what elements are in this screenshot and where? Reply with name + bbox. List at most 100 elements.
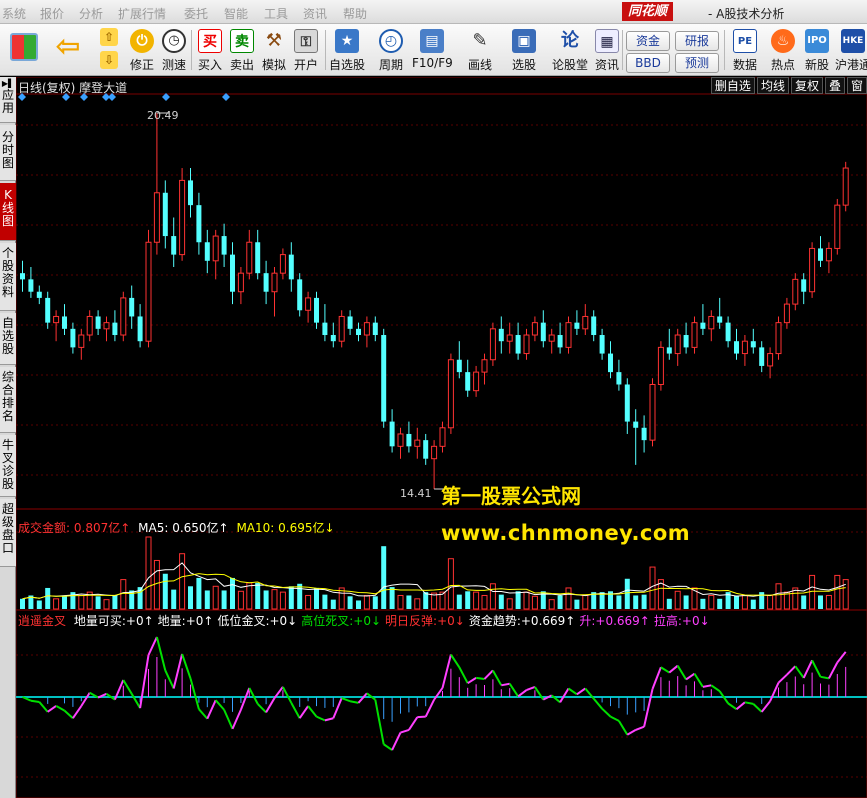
f10-button[interactable]: ▤ F10/F9 — [412, 27, 453, 73]
open-account-button[interactable]: ⚿ 开户 — [288, 27, 324, 73]
forum-icon: 论 — [561, 30, 579, 51]
volume-bar-up — [53, 598, 60, 610]
forecast-button[interactable]: 预测 — [675, 53, 719, 73]
brand-logo: 同花顺 — [622, 2, 674, 21]
overlay-button[interactable]: 叠 — [824, 77, 845, 94]
volume-bar-down — [515, 591, 521, 609]
menu-tools[interactable]: 工具 — [264, 5, 288, 22]
candle-body-down — [137, 316, 143, 342]
volume-bar-up — [103, 599, 110, 610]
candle-body-up — [414, 439, 421, 447]
candle-body-down — [456, 359, 462, 373]
menu-quote[interactable]: 报价 — [40, 5, 64, 22]
layout-button[interactable] — [6, 27, 42, 73]
speedtest-button[interactable]: ◷ 测速 — [156, 27, 192, 73]
candle-body-up — [834, 204, 841, 249]
newspaper-icon: ▦ — [595, 29, 619, 53]
low-price-label: 14.41 — [400, 487, 432, 500]
candle-body-down — [465, 372, 471, 391]
volume-bar-up — [649, 566, 656, 610]
data-button[interactable]: PE 数据 — [727, 27, 763, 73]
ma-button[interactable]: 均线 — [756, 77, 789, 94]
new-stock-button[interactable]: IPO 新股 — [799, 27, 835, 73]
page-down-button[interactable]: ⇩ — [96, 51, 122, 73]
candle-body-up — [363, 322, 370, 336]
candle-body-down — [624, 384, 630, 422]
trend-line-segment — [618, 720, 629, 736]
volume-bar-up — [775, 583, 782, 610]
menu-extended-quote[interactable]: 扩展行情 — [118, 5, 166, 22]
menu-system[interactable]: 系统 — [2, 5, 26, 22]
buy-button[interactable]: 买 买入 — [192, 27, 228, 73]
candle-body-up — [548, 334, 555, 342]
simulate-button[interactable]: ⚒ 模拟 — [256, 27, 292, 73]
volume-name: 成交金额: — [18, 521, 71, 535]
kline-chart-area[interactable] — [15, 76, 867, 798]
modify-button[interactable]: ⏻ 修正 — [124, 27, 160, 73]
candle-body-up — [649, 383, 656, 441]
forum-button[interactable]: 论 论股堂 — [550, 27, 590, 73]
candle-body-up — [212, 235, 219, 262]
window-button[interactable]: 窗 — [846, 77, 867, 94]
remove-watchlist-button[interactable]: 删自选 — [710, 77, 755, 94]
trend-line-segment — [214, 699, 225, 711]
trend-line-segment — [576, 687, 586, 696]
candle-body-down — [725, 322, 731, 342]
trend-line-segment — [324, 717, 334, 722]
drawline-button[interactable]: ✎ 画线 — [462, 27, 498, 73]
candle-body-down — [540, 322, 546, 342]
tab-diagnosis[interactable]: 牛叉诊股 — [0, 435, 16, 497]
volume-bar-down — [616, 595, 622, 609]
bbd-button[interactable]: BBD — [626, 53, 670, 73]
volume-bar-down — [314, 587, 319, 609]
sell-button[interactable]: 卖 卖出 — [224, 27, 260, 73]
volume-bar-up — [834, 574, 841, 610]
volume-bar-down — [171, 589, 177, 609]
candle-body-down — [36, 291, 42, 298]
news-label: 资讯 — [594, 58, 619, 72]
menu-news[interactable]: 资讯 — [303, 5, 327, 22]
volume-bar-down — [20, 598, 25, 609]
kline-chart-svg[interactable] — [15, 76, 867, 798]
candle-body-up — [582, 315, 589, 330]
tab-intraday[interactable]: 分时图 — [0, 125, 16, 181]
adjust-button[interactable]: 复权 — [790, 77, 823, 94]
trend-line-segment — [147, 636, 158, 656]
research-button[interactable]: 研报 — [675, 31, 719, 51]
candle-body-down — [255, 242, 261, 274]
menu-analysis[interactable]: 分析 — [79, 5, 103, 22]
page-up-button[interactable]: ⇧ — [96, 28, 122, 50]
hot-button[interactable]: ♨ 热点 — [765, 27, 801, 73]
indicator-field-label: 地量可买: — [73, 614, 126, 628]
trend-line-segment — [408, 716, 419, 731]
tab-stock-profile[interactable]: 个股资料 — [0, 243, 16, 311]
candle-body-down — [129, 297, 135, 317]
watchlist-label: 自选股 — [328, 58, 365, 72]
watchlist-button[interactable]: ★ 自选股 — [328, 27, 366, 73]
volume-bar-down — [381, 546, 387, 609]
ma5-value: 0.650亿↑ — [172, 521, 229, 535]
tab-apps[interactable]: ▶▌ 应用 — [0, 77, 16, 123]
trend-line-segment — [626, 729, 637, 736]
hk-connect-button[interactable]: HKE 沪港通 — [833, 27, 867, 73]
hot-label: 热点 — [770, 58, 795, 72]
capital-button[interactable]: 资金 — [626, 31, 670, 51]
trend-line-segment — [341, 697, 351, 703]
candle-body-up — [271, 272, 278, 293]
tab-kline[interactable]: K线图 — [0, 183, 16, 241]
news-button[interactable]: ▦ 资讯 — [589, 27, 625, 73]
stock-picker-button[interactable]: ▣ 选股 — [506, 27, 542, 73]
menu-smart[interactable]: 智能 — [224, 5, 248, 22]
tab-level2[interactable]: 超级盘口 — [0, 499, 16, 567]
tab-watchlist[interactable]: 自选股 — [0, 313, 16, 365]
arrow-down-icon: ⇩ — [100, 51, 118, 69]
trend-line-segment — [727, 702, 738, 711]
period-button[interactable]: ◴ 周期 — [373, 27, 409, 73]
trend-line-segment — [501, 682, 510, 687]
menu-trade[interactable]: 委托 — [184, 5, 208, 22]
back-button[interactable]: ⇦ — [50, 27, 86, 73]
candle-body-down — [498, 328, 504, 342]
tab-ranking[interactable]: 综合排名 — [0, 367, 16, 433]
menu-help[interactable]: 帮助 — [343, 5, 367, 22]
candle-body-up — [53, 315, 60, 324]
